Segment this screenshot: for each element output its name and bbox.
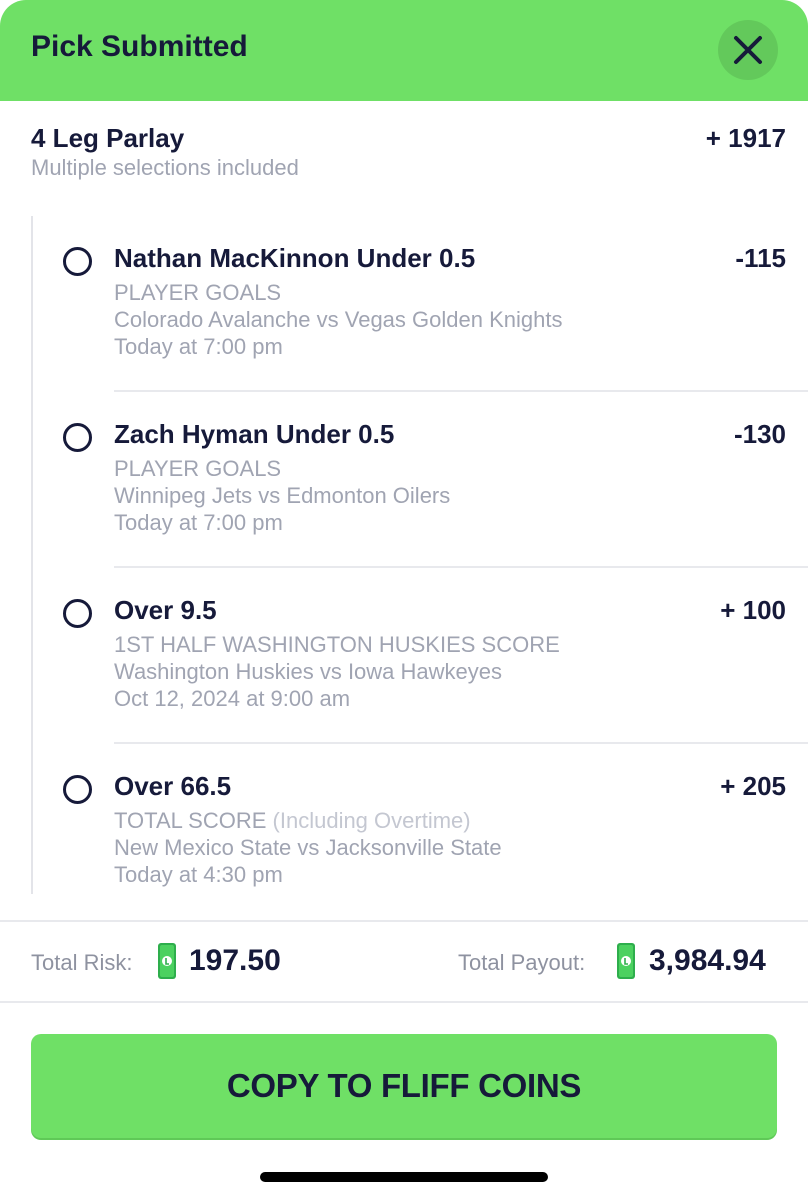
leg-market: 1ST HALF WASHINGTON HUSKIES SCORE xyxy=(114,632,560,658)
close-icon xyxy=(734,36,762,64)
page-title: Pick Submitted xyxy=(31,30,248,63)
leg-status-circle-icon[interactable] xyxy=(63,599,92,628)
leg-status-circle-icon[interactable] xyxy=(63,423,92,452)
copy-to-fliff-coins-button[interactable]: COPY TO FLIFF COINS xyxy=(31,1034,777,1138)
leg-matchup: Colorado Avalanche vs Vegas Golden Knigh… xyxy=(114,307,563,332)
close-button[interactable] xyxy=(718,20,778,80)
leg-market-label: TOTAL SCORE xyxy=(114,808,267,833)
leg-status-circle-icon[interactable] xyxy=(63,775,92,804)
parlay-odds: + 1917 xyxy=(705,123,786,153)
total-risk-value: 197.50 xyxy=(189,944,281,977)
leg-title: Over 9.5 xyxy=(114,595,217,625)
total-payout-value: 3,984.94 xyxy=(649,944,766,977)
parlay-leg: Nathan MacKinnon Under 0.5 -115 PLAYER G… xyxy=(0,216,808,392)
leg-odds: + 100 xyxy=(720,595,786,625)
parlay-leg: Over 9.5 + 100 1ST HALF WASHINGTON HUSKI… xyxy=(0,568,808,744)
leg-title: Nathan MacKinnon Under 0.5 xyxy=(114,243,476,273)
leg-market-label: 1ST HALF WASHINGTON HUSKIES SCORE xyxy=(114,632,560,657)
leg-time: Oct 12, 2024 at 9:00 am xyxy=(114,686,351,711)
leg-time: Today at 7:00 pm xyxy=(114,334,283,359)
cash-coin-icon xyxy=(158,943,176,979)
leg-market-note: (Including Overtime) xyxy=(272,808,471,833)
parlay-title: 4 Leg Parlay xyxy=(31,123,185,153)
leg-title: Over 66.5 xyxy=(114,771,232,801)
leg-market: TOTAL SCORE (Including Overtime) xyxy=(114,808,471,834)
leg-time: Today at 7:00 pm xyxy=(114,510,283,535)
total-payout-label: Total Payout: xyxy=(458,950,586,975)
leg-status-circle-icon[interactable] xyxy=(63,247,92,276)
leg-odds: + 205 xyxy=(720,771,786,801)
leg-market-label: PLAYER GOALS xyxy=(114,280,282,305)
leg-market: PLAYER GOALS xyxy=(114,456,281,482)
leg-odds: -115 xyxy=(735,243,786,273)
divider xyxy=(0,1001,808,1003)
leg-market: PLAYER GOALS xyxy=(114,280,281,306)
leg-matchup: Washington Huskies vs Iowa Hawkeyes xyxy=(114,659,503,684)
leg-matchup: New Mexico State vs Jacksonville State xyxy=(114,835,502,860)
cash-coin-icon xyxy=(617,943,635,979)
copy-button-label: COPY TO FLIFF COINS xyxy=(226,1067,582,1104)
home-indicator[interactable] xyxy=(260,1172,548,1182)
parlay-leg: Over 66.5 + 205 TOTAL SCORE (Including O… xyxy=(0,744,808,920)
leg-matchup: Winnipeg Jets vs Edmonton Oilers xyxy=(114,483,451,508)
parlay-leg: Zach Hyman Under 0.5 -130 PLAYER GOALS W… xyxy=(0,392,808,568)
modal-header: Pick Submitted xyxy=(0,0,808,101)
divider xyxy=(0,920,808,922)
leg-odds: -130 xyxy=(733,419,786,449)
leg-title: Zach Hyman Under 0.5 xyxy=(114,419,395,449)
total-risk-label: Total Risk: xyxy=(31,950,133,975)
parlay-subtitle: Multiple selections included xyxy=(31,155,299,180)
leg-time: Today at 4:30 pm xyxy=(114,862,283,887)
leg-market-label: PLAYER GOALS xyxy=(114,456,282,481)
